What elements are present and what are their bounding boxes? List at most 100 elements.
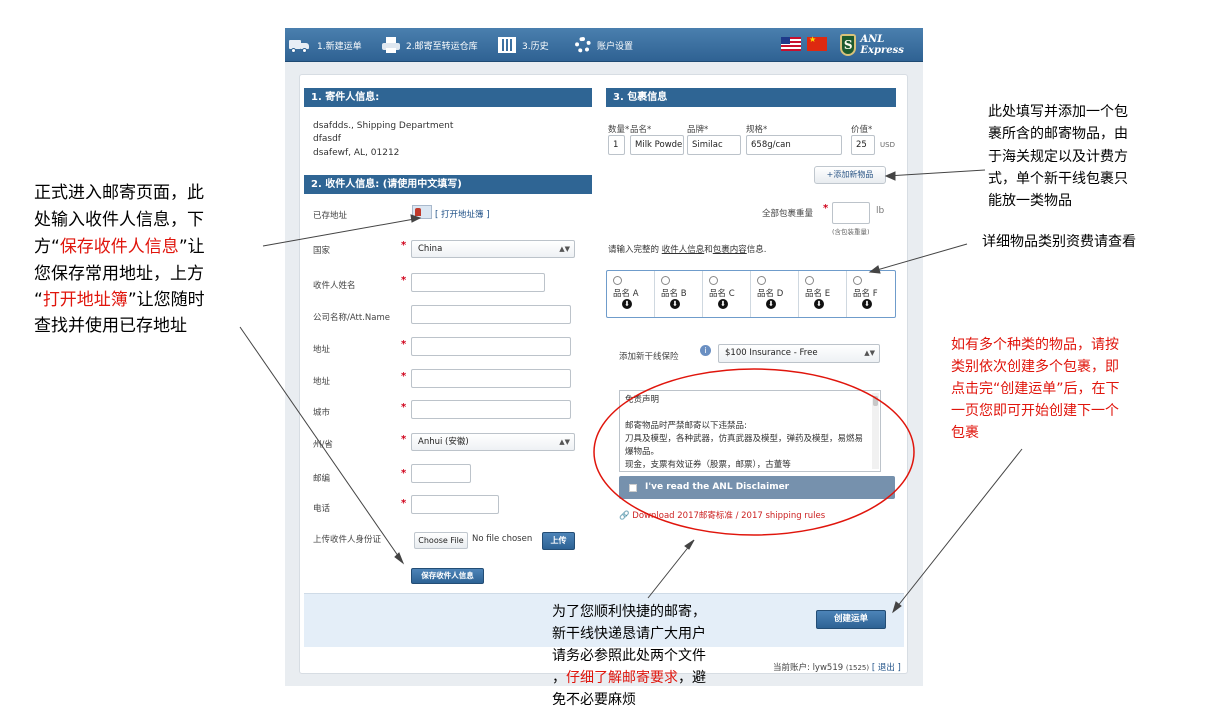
item-name-input[interactable]: Milk Powder bbox=[630, 135, 684, 155]
left-annot-line-1: 正式进入邮寄页面，此 bbox=[34, 183, 204, 203]
province-select[interactable]: Anhui (安徽) ▲▼ bbox=[411, 433, 575, 451]
postcode-input[interactable] bbox=[411, 464, 471, 483]
radio-icon[interactable] bbox=[661, 276, 670, 285]
category-d[interactable]: 品名 D ⬇ bbox=[751, 271, 799, 317]
checkbox-icon[interactable] bbox=[629, 484, 637, 492]
add-item-button[interactable]: +添加新物品 bbox=[814, 166, 886, 184]
radio-icon[interactable] bbox=[613, 276, 622, 285]
open-address-book-link[interactable]: [ 打开地址簿 ] bbox=[435, 208, 490, 220]
prompt-suffix: 信息. bbox=[746, 245, 767, 255]
nav-account-settings[interactable]: 账户设置 bbox=[575, 28, 633, 62]
prompt-link-recipient[interactable]: 收件人信息 bbox=[662, 245, 705, 255]
download-rules-link[interactable]: 🔗 Download 2017邮寄标准 / 2017 shipping rule… bbox=[619, 509, 825, 521]
left-annot-line-2: 处输入收件人信息，下 bbox=[34, 210, 204, 230]
bottom-l4-red: 仔细了解邮寄要求 bbox=[566, 670, 678, 686]
left-annot-line-4: 您保存常用地址，上方 bbox=[34, 264, 204, 284]
company-input[interactable] bbox=[411, 305, 571, 324]
city-input[interactable] bbox=[411, 400, 571, 419]
right-red-line-2: 类别依次创建多个包裹，即 bbox=[951, 359, 1119, 375]
weight-input[interactable] bbox=[832, 202, 870, 224]
col-qty: 数量* bbox=[608, 125, 630, 135]
download-icon[interactable]: ⬇ bbox=[718, 299, 728, 309]
sender-line-2: dfasdf bbox=[313, 134, 341, 144]
insurance-select[interactable]: $100 Insurance - Free ▲▼ bbox=[718, 344, 880, 363]
nav-new-shipment[interactable]: 1.新建运单 bbox=[289, 28, 362, 62]
category-b-label: 品名 B bbox=[661, 289, 687, 299]
phone-required: * bbox=[401, 498, 407, 509]
right-mid-annotation: 详细物品类别资费请查看 bbox=[982, 234, 1136, 250]
recipient-name-required: * bbox=[401, 275, 407, 286]
logout-link[interactable]: [ 退出 ] bbox=[872, 663, 901, 673]
left-l5-a: “ bbox=[34, 290, 43, 310]
prompt-prefix: 请输入完整的 bbox=[608, 245, 660, 255]
updown-icon: ▲▼ bbox=[559, 438, 570, 446]
download-icon[interactable]: ⬇ bbox=[622, 299, 632, 309]
address-book-icon[interactable] bbox=[412, 205, 432, 219]
brand-input[interactable]: Similac bbox=[687, 135, 741, 155]
category-a[interactable]: 品名 A ⬇ bbox=[607, 271, 655, 317]
nav-ship-to-warehouse[interactable]: 2.邮寄至转运仓库 bbox=[382, 28, 478, 62]
scrollbar[interactable] bbox=[872, 393, 879, 469]
top-nav-bar: 1.新建运单 2.邮寄至转运仓库 3.历史 账户设置 S ANL Express bbox=[285, 28, 923, 62]
upload-button[interactable]: 上传 bbox=[542, 532, 575, 550]
category-e-label: 品名 E bbox=[805, 289, 831, 299]
address1-input[interactable] bbox=[411, 337, 571, 356]
download-icon[interactable]: ⬇ bbox=[814, 299, 824, 309]
qty-input[interactable]: 1 bbox=[608, 135, 625, 155]
phone-input[interactable] bbox=[411, 495, 499, 514]
right-red-line-3: 点击完“创建运单”后，在下 bbox=[951, 381, 1120, 397]
value-input[interactable]: 25 bbox=[851, 135, 875, 155]
postcode-label: 邮编 bbox=[313, 474, 331, 484]
radio-icon[interactable] bbox=[853, 276, 862, 285]
address2-input[interactable] bbox=[411, 369, 571, 388]
category-e[interactable]: 品名 E ⬇ bbox=[799, 271, 847, 317]
choose-file-button[interactable]: Choose File bbox=[414, 532, 468, 549]
account-name: 当前账户: lyw519 bbox=[773, 663, 844, 673]
postcode-required: * bbox=[401, 468, 407, 479]
prompt-link-package[interactable]: 包裹内容 bbox=[713, 245, 747, 255]
updown-icon: ▲▼ bbox=[559, 245, 570, 253]
download-icon[interactable]: ⬇ bbox=[766, 299, 776, 309]
create-waybill-button[interactable]: 创建运单 bbox=[816, 610, 886, 629]
radio-icon[interactable] bbox=[709, 276, 718, 285]
spec-input[interactable]: 658g/can bbox=[746, 135, 842, 155]
link-icon: 🔗 bbox=[619, 511, 630, 521]
right-top-line-2: 裹所含的邮寄物品，由 bbox=[988, 126, 1128, 142]
disclaimer-textarea[interactable]: 免责声明 邮寄物品时严禁邮寄以下违禁品: 刀具及模型，各种武器，仿真武器及模型，… bbox=[619, 390, 881, 472]
weight-label: 全部包裹重量 bbox=[762, 209, 814, 219]
download-icon[interactable]: ⬇ bbox=[670, 299, 680, 309]
radio-icon[interactable] bbox=[805, 276, 814, 285]
recipient-name-input[interactable] bbox=[411, 273, 545, 292]
cn-flag-icon[interactable] bbox=[807, 35, 827, 51]
account-id: (1525) bbox=[845, 664, 870, 672]
bottom-line-4: ，仔细了解邮寄要求，避 bbox=[552, 667, 706, 687]
left-annot-line-5: “打开地址簿”让您随时 bbox=[34, 285, 205, 310]
disclaimer-confirm-label: I've read the ANL Disclaimer bbox=[645, 482, 790, 492]
download-icon[interactable]: ⬇ bbox=[862, 299, 872, 309]
category-b[interactable]: 品名 B ⬇ bbox=[655, 271, 703, 317]
complete-info-prompt: 请输入完整的 收件人信息和包裹内容信息. bbox=[608, 243, 766, 255]
country-select[interactable]: China ▲▼ bbox=[411, 240, 575, 258]
currency-label: USD bbox=[880, 141, 895, 149]
bottom-line-2: 新干线快递恳请广大用户 bbox=[552, 626, 706, 642]
category-c[interactable]: 品名 C ⬇ bbox=[703, 271, 751, 317]
address2-required: * bbox=[401, 371, 407, 382]
radio-icon[interactable] bbox=[757, 276, 766, 285]
right-top-line-5: 能放一类物品 bbox=[988, 193, 1072, 209]
country-required: * bbox=[401, 240, 407, 251]
address2-label: 地址 bbox=[313, 377, 331, 387]
province-value: Anhui (安徽) bbox=[418, 437, 469, 447]
saved-address-label: 已存地址 bbox=[313, 211, 348, 221]
nav-history[interactable]: 3.历史 bbox=[498, 28, 549, 62]
disclaimer-confirm-bar[interactable]: I've read the ANL Disclaimer bbox=[619, 476, 895, 499]
category-f[interactable]: 品名 F ⬇ bbox=[847, 271, 895, 317]
bottom-line-5: 免不必要麻烦 bbox=[552, 692, 636, 708]
us-flag-icon[interactable] bbox=[781, 37, 801, 51]
disclaimer-line-2 bbox=[625, 407, 866, 420]
right-red-line-5: 包裹 bbox=[951, 425, 979, 441]
col-brand: 品牌* bbox=[687, 125, 709, 135]
info-icon[interactable]: i bbox=[700, 345, 711, 356]
save-recipient-button[interactable]: 保存收件人信息 bbox=[411, 568, 484, 584]
province-label: 州/省 bbox=[313, 440, 333, 450]
package-header: 3. 包裹信息 bbox=[606, 88, 896, 107]
